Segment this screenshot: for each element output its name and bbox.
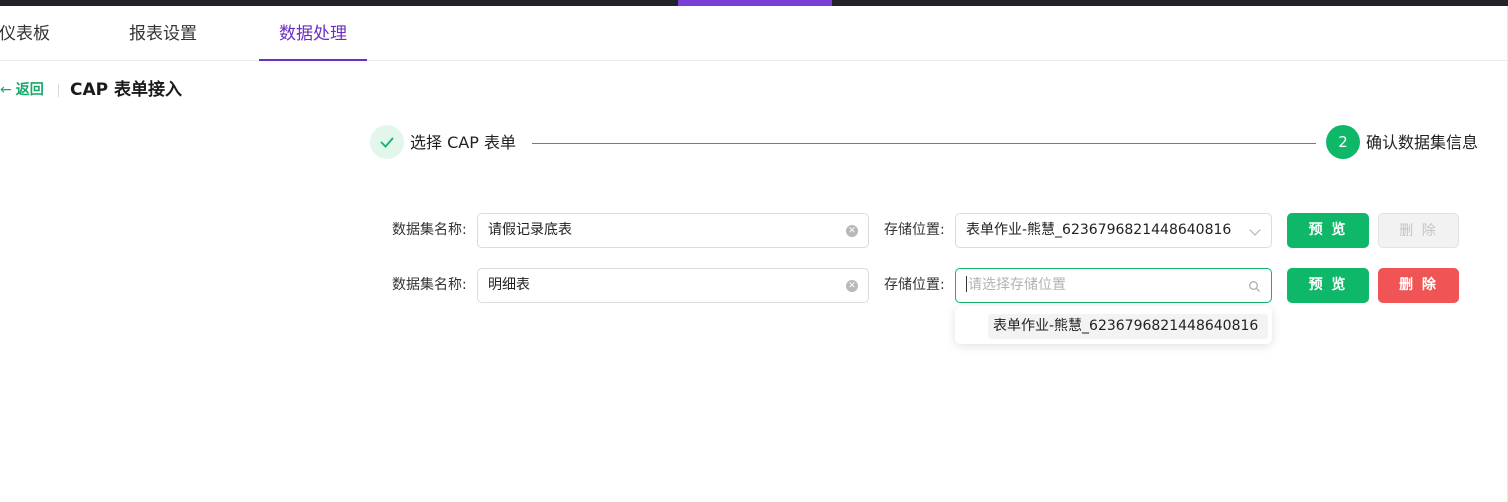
step-1-check-icon xyxy=(370,125,404,159)
tab-report-settings[interactable]: 报表设置 xyxy=(129,6,197,60)
tab-dashboard[interactable]: 仪表板 xyxy=(0,6,50,60)
storage-location-label: 存储位置: xyxy=(884,222,945,238)
storage-location-select[interactable]: 表单作业-熊慧_6236796821448640816 xyxy=(955,213,1272,248)
delete-button[interactable]: 删 除 xyxy=(1378,213,1459,248)
storage-location-label: 存储位置: xyxy=(884,277,945,293)
dropdown-option[interactable]: 表单作业-熊慧_6236796821448640816 xyxy=(988,314,1268,339)
back-arrow-icon: ← xyxy=(0,82,12,98)
breadcrumb-divider xyxy=(58,84,59,97)
clear-icon[interactable]: ✕ xyxy=(846,280,858,292)
step-connector-line xyxy=(532,143,1316,144)
search-icon xyxy=(1249,281,1260,292)
clear-icon[interactable]: ✕ xyxy=(846,225,858,237)
dataset-name-value: 请假记录底表 xyxy=(488,222,572,238)
storage-location-dropdown: 表单作业-熊慧_6236796821448640816 xyxy=(955,306,1272,344)
dataset-row: 数据集名称: 请假记录底表 ✕ 存储位置: 表单作业-熊慧_6236796821… xyxy=(380,212,1480,248)
step-2-label: 确认数据集信息 xyxy=(1366,133,1479,152)
preview-button[interactable]: 预 览 xyxy=(1287,268,1369,303)
delete-button[interactable]: 删 除 xyxy=(1378,268,1459,303)
back-label: 返回 xyxy=(15,82,44,98)
dataset-name-input[interactable]: 明细表 ✕ xyxy=(477,268,869,303)
back-link[interactable]: ← 返回 xyxy=(0,75,44,105)
text-caret xyxy=(966,276,967,292)
storage-location-value: 表单作业-熊慧_6236796821448640816 xyxy=(966,222,1232,238)
dataset-name-label: 数据集名称: xyxy=(392,222,467,238)
step-1-label: 选择 CAP 表单 xyxy=(410,133,516,152)
step-indicator: 选择 CAP 表单 2 确认数据集信息 xyxy=(370,125,1500,161)
chevron-down-icon xyxy=(1249,224,1261,236)
page-title: CAP 表单接入 xyxy=(70,80,183,100)
storage-location-search-input[interactable]: 请选择存储位置 xyxy=(955,268,1272,303)
tab-data-processing[interactable]: 数据处理 xyxy=(259,6,367,61)
breadcrumb: ← 返回 CAP 表单接入 xyxy=(0,75,600,105)
step-2-number: 2 xyxy=(1326,125,1360,159)
dataset-name-label: 数据集名称: xyxy=(392,277,467,293)
storage-location-placeholder: 请选择存储位置 xyxy=(968,277,1066,293)
dataset-name-input[interactable]: 请假记录底表 ✕ xyxy=(477,213,869,248)
tab-bar: 仪表板 报表设置 数据处理 xyxy=(0,6,1508,61)
dataset-row: 数据集名称: 明细表 ✕ 存储位置: 请选择存储位置 预 览 删 除 xyxy=(380,267,1480,303)
preview-button[interactable]: 预 览 xyxy=(1287,213,1369,248)
dataset-name-value: 明细表 xyxy=(488,277,530,293)
